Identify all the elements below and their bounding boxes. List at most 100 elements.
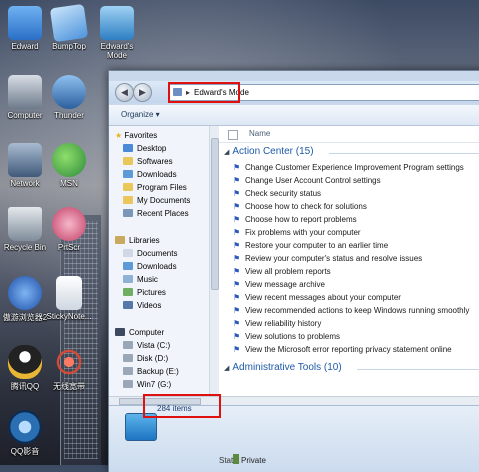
desktop-icon-recycle-bin[interactable]: Recycle Bin <box>0 207 50 252</box>
nav-item[interactable]: Desktop <box>123 144 166 153</box>
desktop-icon-msn[interactable]: MSN <box>44 143 94 188</box>
nav-item[interactable]: Softwares <box>123 157 173 166</box>
scroll-thumb[interactable] <box>211 138 219 290</box>
documents-icon <box>123 196 133 204</box>
nav-item[interactable]: Downloads <box>123 262 177 271</box>
nav-item[interactable]: Videos <box>123 301 161 310</box>
drive-icon <box>123 354 133 362</box>
nav-favorites[interactable]: ★ Favorites <box>115 131 157 140</box>
task-item[interactable]: ⚑ View the Microsoft error reporting priv… <box>233 345 452 354</box>
toolbar: Organize ▾ <box>109 105 479 126</box>
highlight-box <box>168 82 240 103</box>
network-icon <box>8 143 42 177</box>
flag-icon: ⚑ <box>233 228 241 237</box>
select-all-checkbox[interactable] <box>228 130 238 140</box>
task-item[interactable]: ⚑ Change User Account Control settings <box>233 176 381 185</box>
desktop-icon-qq[interactable]: 腾讯QQ <box>0 345 50 392</box>
wallpaper-building <box>60 215 101 465</box>
qq-penguin-icon <box>8 345 42 379</box>
computer-icon <box>8 75 42 109</box>
task-item[interactable]: ⚑ Choose how to report problems <box>233 215 357 224</box>
control-panel-icon <box>100 6 134 40</box>
nav-item[interactable]: Music <box>123 275 158 284</box>
prtscr-icon <box>52 207 86 241</box>
task-item[interactable]: ⚑ View recommended actions to keep Window… <box>233 306 469 315</box>
task-item[interactable]: ⚑ View solutions to problems <box>233 332 340 341</box>
task-item[interactable]: ⚑ Review your computer's status and resol… <box>233 254 422 263</box>
nav-item[interactable]: Recent Places <box>123 209 189 218</box>
nav-item[interactable]: Pictures <box>123 288 166 297</box>
drive-icon <box>123 367 133 375</box>
flag-icon: ⚑ <box>233 267 241 276</box>
desktop-icon-maxthon[interactable]: 傲游浏览器2 <box>0 276 50 323</box>
folder-icon <box>123 183 133 191</box>
nav-item[interactable]: Downloads <box>123 170 177 179</box>
highlight-box <box>143 394 221 418</box>
nav-item[interactable]: Backup (E:) <box>123 367 179 376</box>
nav-scrollbar[interactable] <box>209 126 219 396</box>
flag-icon: ⚑ <box>233 241 241 250</box>
desktop-icon-bumptop[interactable]: BumpTop <box>44 3 94 51</box>
state-value: Private <box>241 456 266 465</box>
nav-item[interactable]: Program Files <box>123 183 187 192</box>
flag-icon: ⚑ <box>233 345 241 354</box>
nav-item[interactable]: Documents <box>123 249 177 258</box>
desktop-icon-thunder[interactable]: Thunder <box>44 75 94 120</box>
flag-icon: ⚑ <box>233 280 241 289</box>
folder-icon <box>8 6 42 40</box>
explorer-window[interactable]: ◀ ▶ ▸ Edward's Mode Organize ▾ ★ Favorit… <box>108 70 479 472</box>
group-header-action-center[interactable]: ◢ Action Center (15) <box>224 146 314 157</box>
organize-button[interactable]: Organize ▾ <box>121 110 160 119</box>
navigation-pane[interactable]: ★ Favorites Desktop Softwares Downloads … <box>109 126 209 396</box>
desktop-icon <box>123 144 133 152</box>
flag-icon: ⚑ <box>233 163 241 172</box>
nav-item[interactable]: Disk (D:) <box>123 354 168 363</box>
content-pane[interactable]: Name ◢ Action Center (15) ⚑ Change Custome… <box>219 126 479 396</box>
downloads-icon <box>123 170 133 178</box>
collapse-arrow-icon: ◢ <box>224 365 230 372</box>
task-item[interactable]: ⚑ View message archive <box>233 280 325 289</box>
task-item[interactable]: ⚑ Change Customer Experience Improvement … <box>233 163 464 172</box>
back-button[interactable]: ◀ <box>115 83 134 102</box>
star-icon: ★ <box>115 131 123 140</box>
flag-icon: ⚑ <box>233 293 241 302</box>
desktop-icon-qq-player[interactable]: QQ影音 <box>0 410 50 457</box>
recent-places-icon <box>123 209 133 217</box>
group-header-administrative-tools[interactable]: ◢ Administrative Tools (10) <box>224 362 342 373</box>
nav-computer[interactable]: Computer <box>115 328 164 337</box>
drive-icon <box>123 341 133 349</box>
desktop-icon-network[interactable]: Network <box>0 143 50 188</box>
task-item[interactable]: ⚑ Fix problems with your computer <box>233 228 361 237</box>
task-item[interactable]: ⚑ View all problem reports <box>233 267 331 276</box>
address-bar-area: ◀ ▶ ▸ Edward's Mode <box>109 81 479 103</box>
task-item[interactable]: ⚑ Choose how to check for solutions <box>233 202 367 211</box>
flag-icon: ⚑ <box>233 176 241 185</box>
desktop-icon-computer[interactable]: Computer <box>0 75 50 120</box>
divider <box>329 153 479 154</box>
task-item[interactable]: ⚑ Restore your computer to an earlier tim… <box>233 241 388 250</box>
task-item[interactable]: ⚑ View recent messages about your compute… <box>233 293 401 302</box>
pictures-icon <box>123 288 133 296</box>
column-name-header[interactable]: Name <box>249 129 270 138</box>
desktop-icon-stickynote[interactable]: StickyNote... <box>44 276 94 321</box>
flag-icon: ⚑ <box>233 332 241 341</box>
people-icon <box>233 454 239 464</box>
task-item[interactable]: ⚑ View reliability history <box>233 319 321 328</box>
nav-item[interactable]: Win7 (G:) <box>123 380 171 389</box>
drive-icon <box>123 380 133 388</box>
task-item[interactable]: ⚑ Check security status <box>233 189 321 198</box>
libraries-icon <box>115 236 125 244</box>
maxthon-icon <box>8 276 42 310</box>
desktop-icon-edwards-mode[interactable]: Edward's Mode <box>92 6 142 60</box>
nav-item[interactable]: My Documents <box>123 196 190 205</box>
document-icon <box>56 276 82 310</box>
desktop-icon-prtscr[interactable]: PrtScr <box>44 207 94 252</box>
flag-icon: ⚑ <box>233 202 241 211</box>
nav-libraries[interactable]: Libraries <box>115 236 160 245</box>
column-header: Name <box>219 126 479 143</box>
forward-button[interactable]: ▶ <box>133 83 152 102</box>
computer-icon <box>115 328 125 336</box>
desktop-icon-wireless[interactable]: 无线宽带 <box>44 345 94 392</box>
nav-item[interactable]: Vista (C:) <box>123 341 170 350</box>
desktop-icon-edward[interactable]: Edward <box>0 6 50 51</box>
